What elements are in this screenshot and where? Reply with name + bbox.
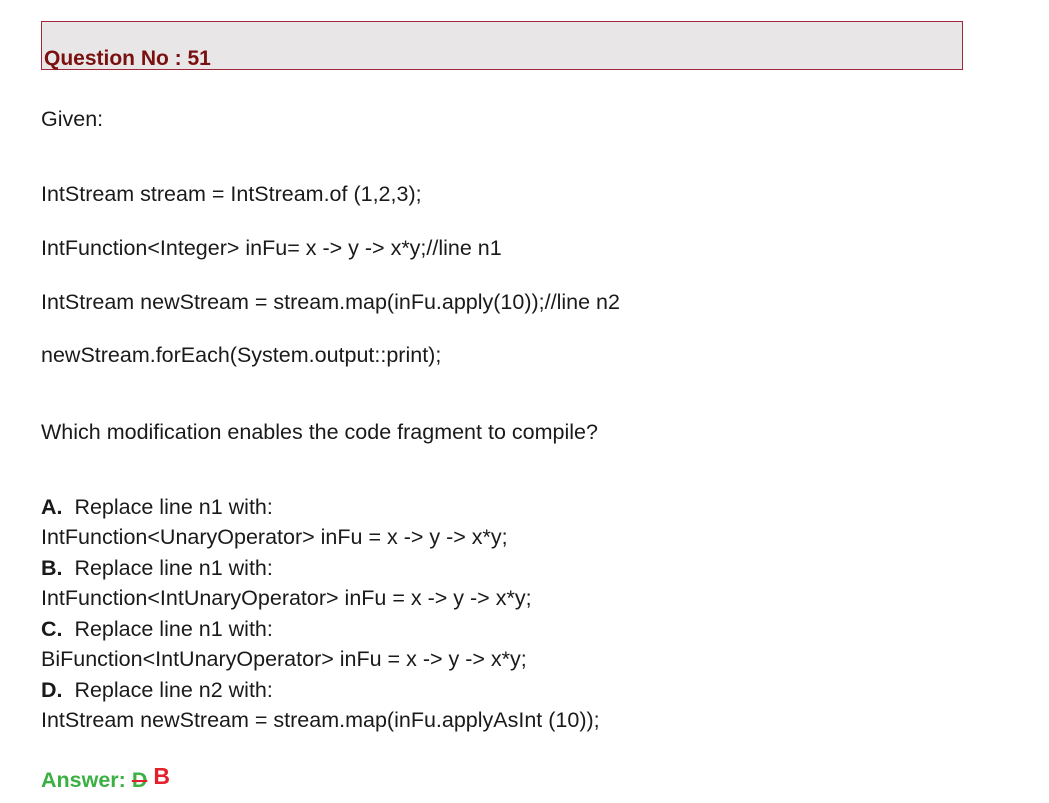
option-text: Replace line n1 with:	[74, 617, 273, 641]
option-b: B. Replace line n1 with:	[41, 555, 273, 581]
answer: Answer: DB	[41, 763, 170, 793]
option-letter: B.	[41, 556, 63, 580]
option-code: IntStream newStream = stream.map(inFu.ap…	[41, 708, 600, 732]
question-header: Question No : 51	[41, 21, 963, 70]
answer-corrected: B	[153, 763, 170, 789]
option-a: A. Replace line n1 with:	[41, 494, 273, 520]
code-line: IntFunction<Integer> inFu= x -> y -> x*y…	[41, 236, 502, 260]
option-letter: C.	[41, 617, 63, 641]
option-c: C. Replace line n1 with:	[41, 616, 273, 642]
option-d: D. Replace line n2 with:	[41, 677, 273, 703]
question-prompt: Which modification enables the code frag…	[41, 420, 598, 444]
option-code: IntFunction<UnaryOperator> inFu = x -> y…	[41, 525, 508, 549]
code-line: IntStream stream = IntStream.of (1,2,3);	[41, 182, 422, 206]
code-line: newStream.forEach(System.output::print);	[41, 343, 442, 367]
option-letter: A.	[41, 495, 63, 519]
option-text: Replace line n1 with:	[74, 495, 273, 519]
option-text: Replace line n1 with:	[74, 556, 273, 580]
answer-label: Answer:	[41, 768, 126, 792]
given-label: Given:	[41, 107, 104, 131]
option-code: BiFunction<IntUnaryOperator> inFu = x ->…	[41, 647, 527, 671]
answer-original: D	[131, 768, 148, 792]
question-number: Question No : 51	[44, 47, 211, 70]
option-letter: D.	[41, 678, 63, 702]
option-code: IntFunction<IntUnaryOperator> inFu = x -…	[41, 586, 532, 610]
option-text: Replace line n2 with:	[74, 678, 273, 702]
code-line: IntStream newStream = stream.map(inFu.ap…	[41, 290, 620, 314]
